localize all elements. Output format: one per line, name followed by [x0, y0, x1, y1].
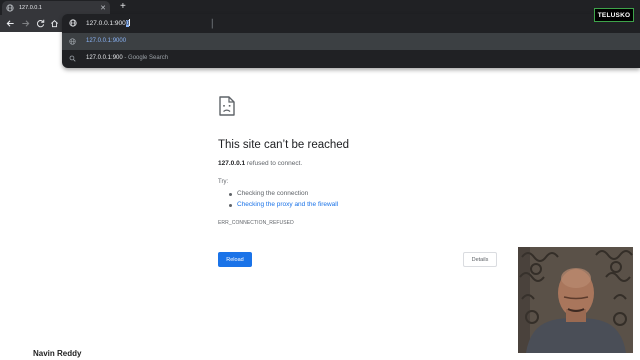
- presenter-webcam: [518, 247, 633, 353]
- refresh-icon: [36, 19, 44, 27]
- proxy-firewall-link[interactable]: Checking the proxy and the firewall: [229, 201, 338, 212]
- reload-browser-button[interactable]: [33, 16, 47, 30]
- error-title: This site can’t be reached: [218, 139, 350, 151]
- presenter-name: Navin Reddy: [33, 349, 82, 358]
- omnibox-dropdown: 127.0.0.1:9000 │ 127.0.0.1:9000 127.0.0.…: [62, 14, 640, 68]
- telusko-logo: TELUSKO: [594, 8, 634, 22]
- sad-page-icon: [219, 96, 235, 116]
- omnibox-suggestion[interactable]: 127.0.0.1:900 - Google Search: [62, 50, 640, 67]
- forward-button[interactable]: [18, 16, 32, 30]
- forward-arrow-icon: [21, 19, 29, 27]
- suggestion-text: 127.0.0.1:9000: [86, 38, 126, 44]
- back-arrow-icon: [6, 19, 14, 27]
- reload-button[interactable]: Reload: [218, 252, 252, 267]
- error-host: 127.0.0.1: [218, 160, 246, 167]
- suggestion-main: 127.0.0.1:9000: [86, 38, 127, 44]
- suggestion-main: 127.0.0.1:900: [86, 55, 123, 61]
- try-label: Try:: [218, 179, 229, 185]
- back-button[interactable]: [3, 16, 17, 30]
- globe-icon: [6, 4, 14, 12]
- search-icon: [69, 55, 76, 62]
- error-message: 127.0.0.1 refused to connect.: [218, 160, 302, 167]
- address-bar[interactable]: 127.0.0.1:9000 │: [62, 16, 640, 31]
- tab-strip: 127.0.0.1 ✕ +: [0, 0, 640, 15]
- details-button[interactable]: Details: [463, 252, 497, 267]
- new-tab-button[interactable]: +: [120, 1, 126, 13]
- ibeam-cursor-icon: │: [210, 19, 215, 28]
- home-icon: [50, 19, 58, 27]
- close-tab-icon[interactable]: ✕: [100, 5, 106, 12]
- text-caret: [129, 19, 131, 26]
- omnibox-suggestion[interactable]: 127.0.0.1:9000: [62, 33, 640, 50]
- address-text[interactable]: 127.0.0.1:9000: [86, 19, 131, 27]
- error-code: ERR_CONNECTION_REFUSED: [218, 220, 294, 226]
- suggestion-text: 127.0.0.1:900 - Google Search: [86, 55, 168, 61]
- screenshot-frame: 127.0.0.1 ✕ + 127.0.0.1:9000 │ 127.0.0.1…: [0, 0, 640, 360]
- troubleshooting-list: Checking the connection Checking the pro…: [229, 190, 338, 212]
- suggestion-hint: - Google Search: [122, 55, 169, 61]
- home-button[interactable]: [47, 16, 61, 30]
- typed-url: 127.0.0.1:900: [86, 20, 126, 27]
- globe-icon: [69, 38, 76, 45]
- globe-icon: [69, 19, 77, 27]
- tab-title: 127.0.0.1: [19, 5, 42, 11]
- troubleshooting-item: Checking the connection: [229, 190, 338, 201]
- error-message-text: refused to connect.: [245, 160, 303, 167]
- browser-tab[interactable]: 127.0.0.1 ✕: [2, 1, 110, 15]
